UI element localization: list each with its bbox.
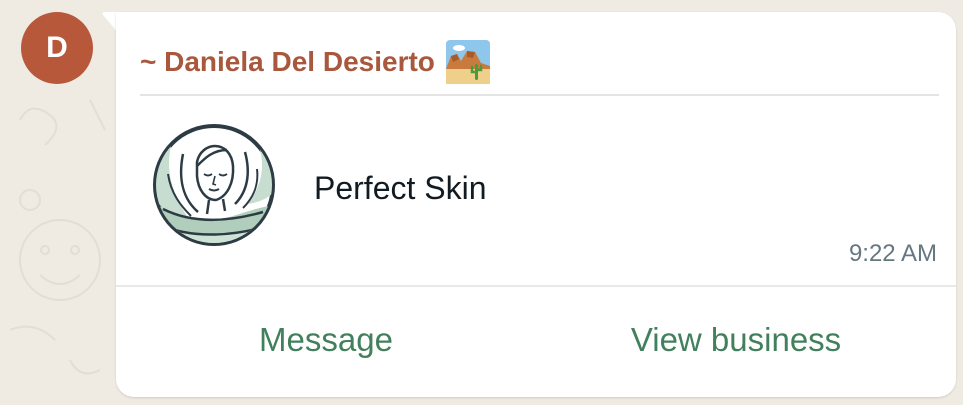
message-button[interactable]: Message (216, 317, 436, 363)
avatar-letter: D (46, 31, 68, 64)
actions-divider (116, 285, 956, 287)
business-name[interactable]: Perfect Skin (314, 169, 487, 207)
message-timestamp: 9:22 AM (848, 240, 937, 267)
desert-emoji-icon (445, 40, 490, 84)
sender-header: ~ Daniela Del Desierto (140, 39, 491, 85)
business-logo-woman-face-icon[interactable] (153, 124, 275, 246)
view-business-button[interactable]: View business (596, 317, 876, 363)
message-bubble: ~ Daniela Del Desierto Perfect Skin 9:22… (116, 12, 956, 397)
header-divider (140, 94, 939, 96)
sender-avatar[interactable]: D (21, 12, 93, 84)
sender-name[interactable]: ~ Daniela Del Desierto (140, 45, 435, 79)
